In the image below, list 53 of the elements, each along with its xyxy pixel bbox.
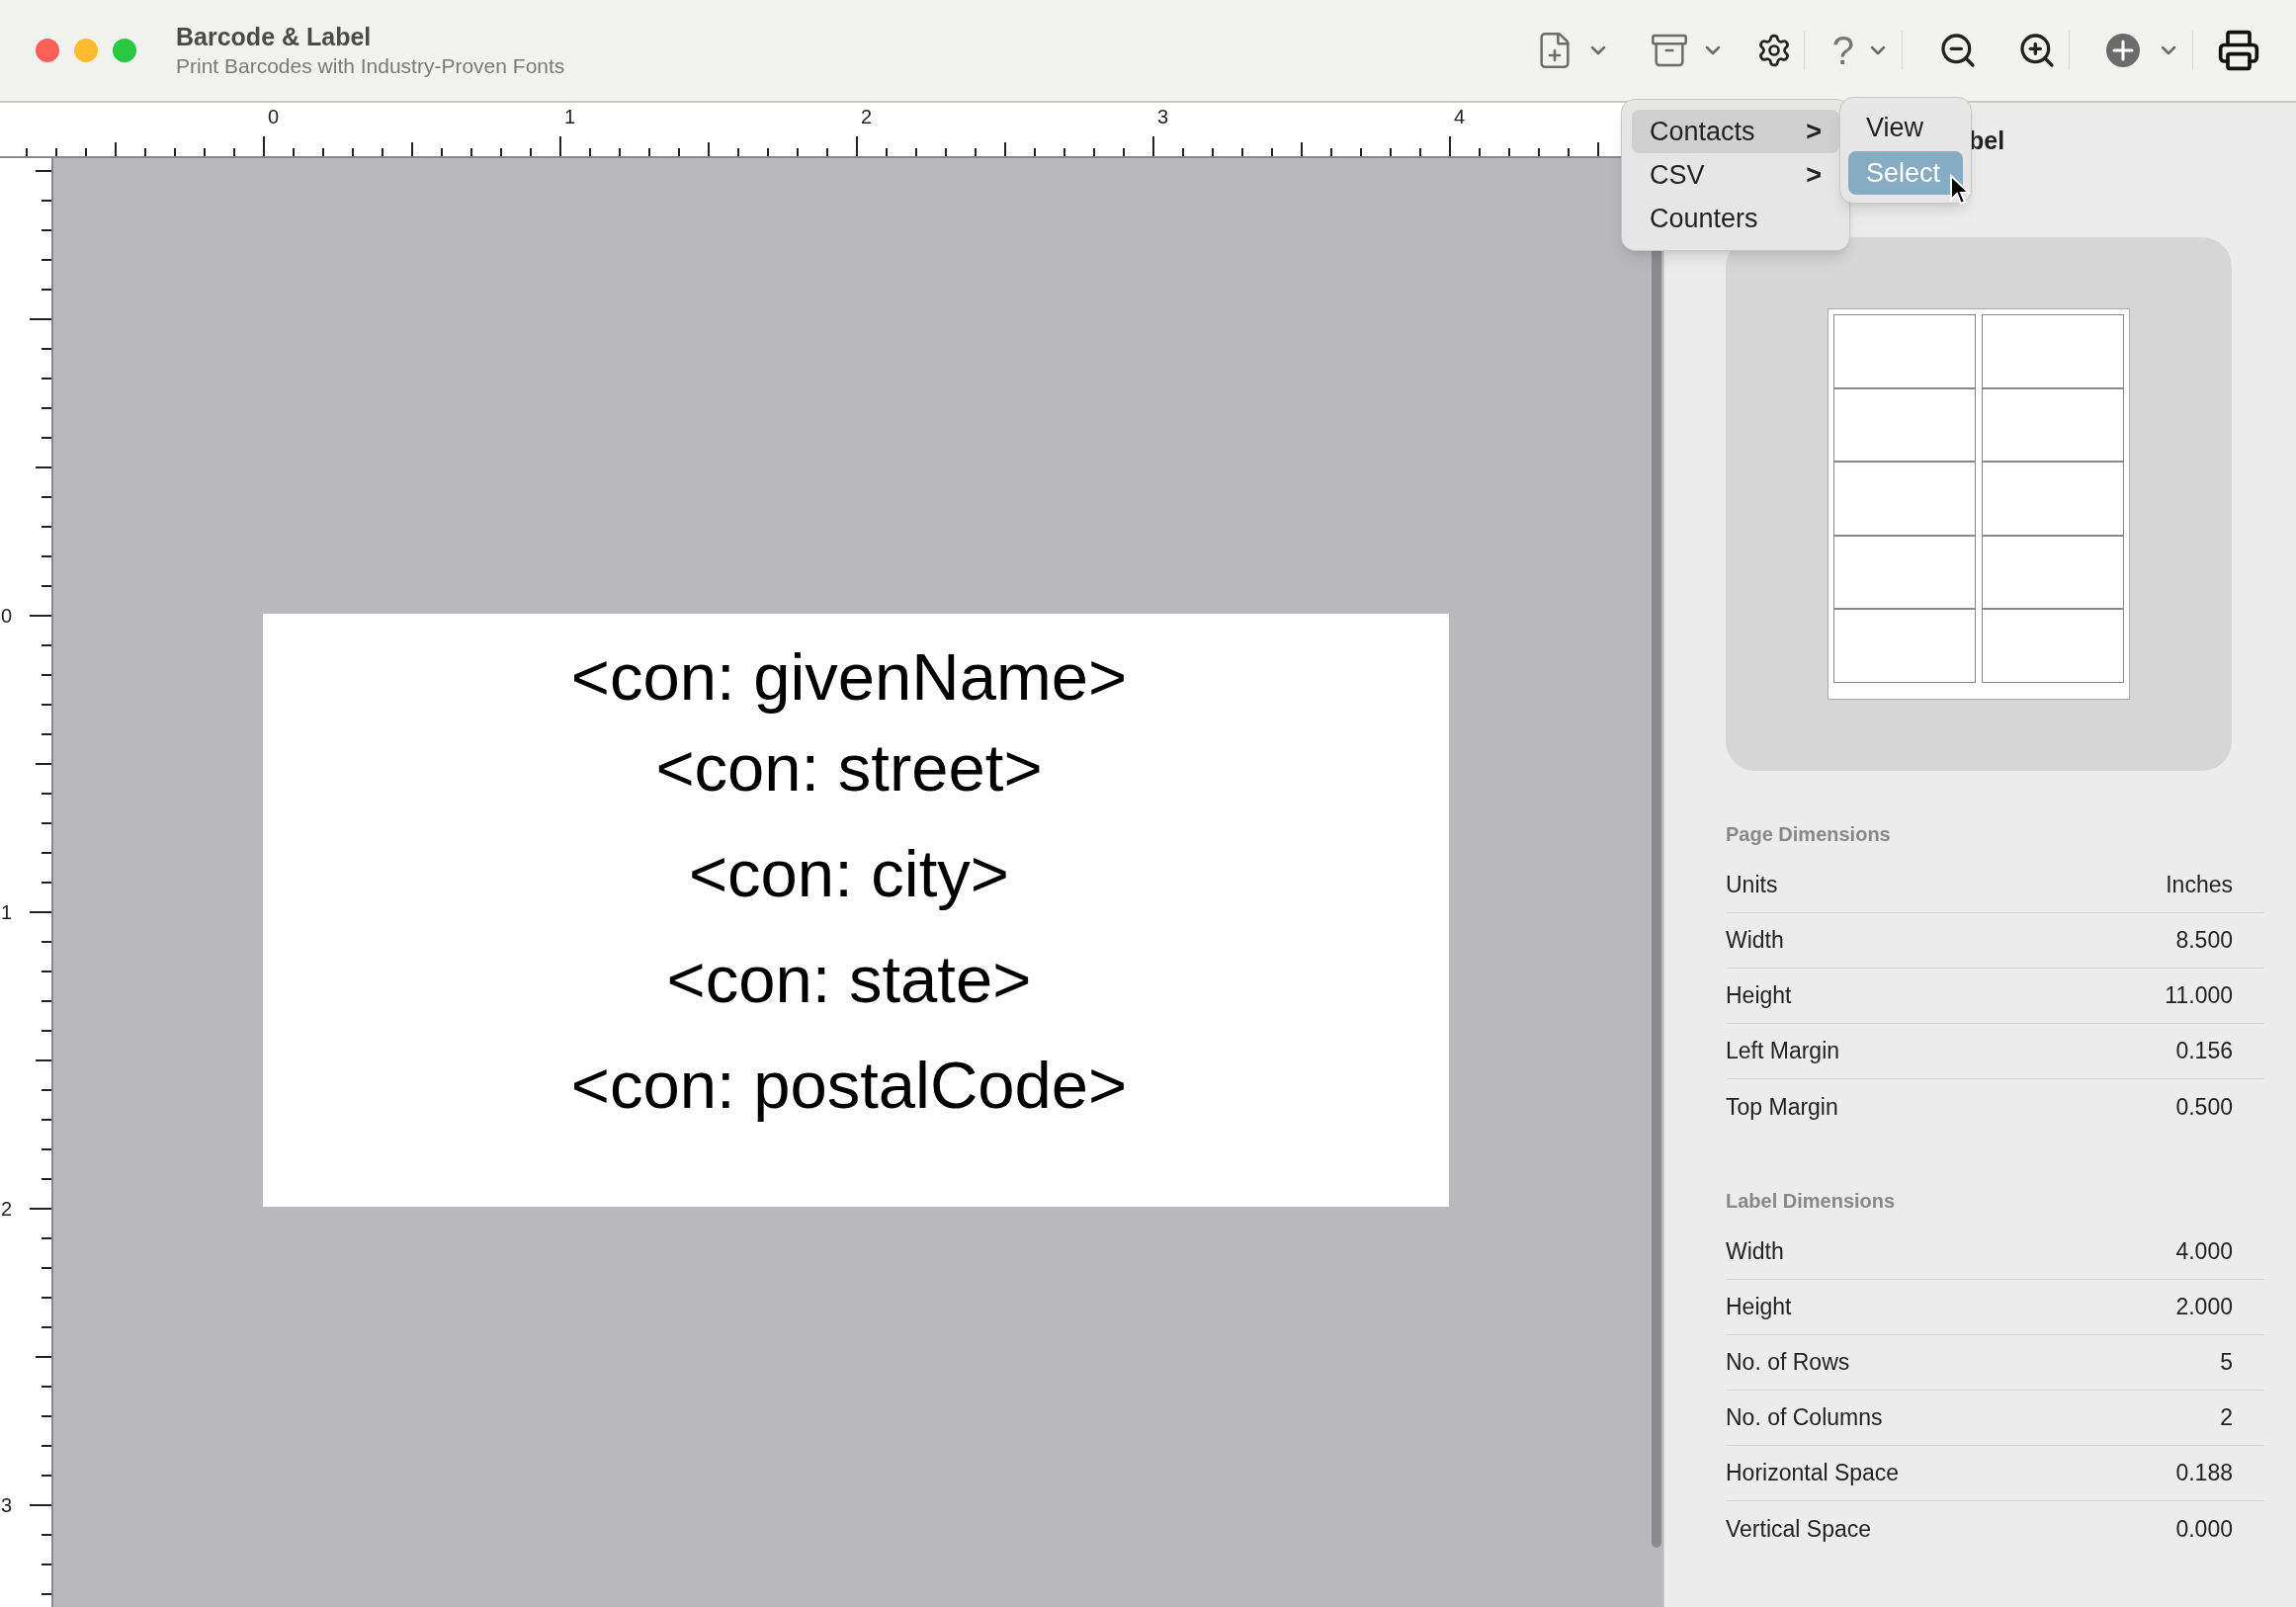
- submenu-chevron: >: [1806, 115, 1822, 148]
- property-value: 4.000: [2175, 1237, 2233, 1267]
- close-window-button[interactable]: [36, 39, 59, 62]
- property-name: Horizontal Space: [1726, 1459, 1900, 1488]
- property-name: Width: [1726, 926, 1784, 956]
- property-name: Height: [1726, 1293, 1792, 1322]
- property-value: 11.000: [2165, 981, 2233, 1011]
- property-name: Units: [1726, 871, 1778, 900]
- printer-icon[interactable]: [2217, 29, 2260, 72]
- property-name: No. of Rows: [1726, 1348, 1850, 1378]
- property-value: 0.156: [2175, 1037, 2233, 1066]
- property-name: Vertical Space: [1726, 1514, 1872, 1544]
- label-field-text[interactable]: <con: postalCode>: [570, 1046, 1128, 1125]
- property-name: Left Margin: [1726, 1037, 1840, 1066]
- mouse-pointer-icon: [1949, 174, 1971, 206]
- window-title: Barcode & Label: [176, 22, 373, 53]
- ruler-number: 2: [861, 107, 873, 127]
- ruler-number: 2: [1, 1199, 13, 1219]
- ruler-number: 1: [564, 107, 576, 127]
- submenu-chevron: >: [1806, 158, 1822, 192]
- property-value: Inches: [2166, 871, 2233, 900]
- menu-item[interactable]: View: [1848, 106, 1963, 149]
- property-value: 5: [2220, 1348, 2233, 1378]
- section-heading: Label Dimensions: [1726, 1189, 1897, 1214]
- ruler-number: 1: [1, 902, 13, 922]
- zoom-in-icon[interactable]: [2017, 31, 2057, 70]
- menu-item[interactable]: Contacts >: [1632, 110, 1839, 153]
- property-value: 2.000: [2175, 1293, 2233, 1322]
- label-field-text[interactable]: <con: givenName>: [570, 637, 1128, 717]
- ruler-number: 4: [1454, 107, 1466, 127]
- property-name: Height: [1726, 981, 1792, 1011]
- ruler-number: 3: [1157, 107, 1169, 127]
- help-button[interactable]: ?: [1831, 31, 1854, 70]
- ruler-number: 0: [268, 107, 280, 127]
- property-value: 2: [2220, 1403, 2233, 1433]
- property-value: 0.000: [2175, 1514, 2233, 1544]
- property-name: Top Margin: [1726, 1092, 1838, 1122]
- property-value: 0.500: [2175, 1092, 2233, 1122]
- property-value: 8.500: [2175, 926, 2233, 956]
- menu-item[interactable]: CSV >: [1632, 153, 1839, 197]
- label-field-text[interactable]: <con: state>: [666, 940, 1032, 1019]
- label-field-text[interactable]: <con: street>: [655, 728, 1043, 807]
- ruler-number: 3: [1, 1495, 13, 1515]
- label-field-text[interactable]: <con: city>: [689, 834, 1009, 913]
- zoom-out-icon[interactable]: [1938, 31, 1978, 70]
- add-icon[interactable]: [2105, 33, 2141, 68]
- section-heading: Page Dimensions: [1726, 822, 1892, 847]
- property-name: No. of Columns: [1726, 1403, 1883, 1433]
- property-value: 0.188: [2175, 1459, 2233, 1488]
- ruler-number: 0: [1, 606, 13, 626]
- menu-item[interactable]: Counters: [1632, 197, 1839, 240]
- property-name: Width: [1726, 1237, 1784, 1267]
- window-subtitle: Print Barcodes with Industry-Proven Fonts: [176, 52, 565, 79]
